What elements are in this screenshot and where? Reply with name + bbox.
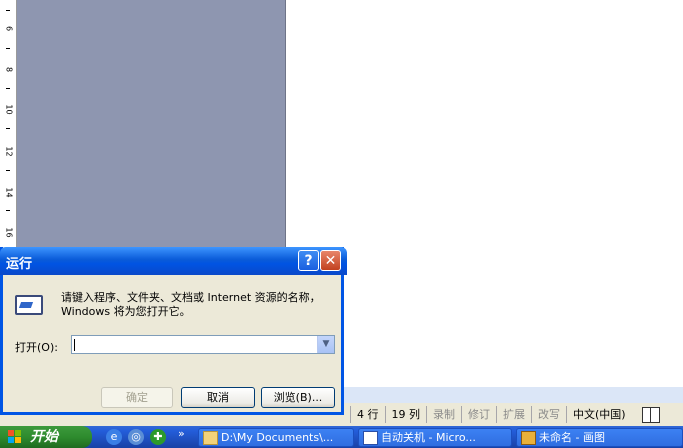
close-button[interactable]: ✕ xyxy=(320,250,341,271)
run-icon xyxy=(15,295,43,315)
paint-icon xyxy=(521,431,536,445)
document-page-area[interactable] xyxy=(286,0,683,387)
status-trk[interactable]: 修订 xyxy=(461,406,496,423)
ruler-number: 12 xyxy=(4,146,14,157)
taskbar: 开始 e ◎ ✚ » D:\My Documents\... 自动关机 - Mi… xyxy=(0,426,683,448)
ruler-number: 16 xyxy=(4,227,14,238)
ruler-tick xyxy=(6,10,10,11)
dialog-titlebar[interactable]: 运行 ? ✕ xyxy=(0,247,347,275)
ruler-number: 8 xyxy=(4,66,14,73)
word-icon xyxy=(363,431,378,445)
folder-icon xyxy=(203,431,218,445)
chevron-down-icon[interactable]: ▼ xyxy=(317,336,334,353)
text-caret xyxy=(74,339,75,351)
status-ext[interactable]: 扩展 xyxy=(496,406,531,423)
ie-icon[interactable]: e xyxy=(106,429,122,445)
ruler-tick xyxy=(6,48,10,49)
spelling-book-icon[interactable] xyxy=(641,406,660,423)
open-combobox[interactable]: ▼ xyxy=(71,335,335,354)
document-gray-area xyxy=(17,0,286,248)
ruler-tick xyxy=(6,210,10,211)
taskbar-item[interactable]: D:\My Documents\... xyxy=(198,428,354,447)
run-dialog: 运行 ? ✕ 请键入程序、文件夹、文档或 Internet 资源的名称，Wind… xyxy=(0,247,347,415)
ruler-number: 6 xyxy=(4,25,14,32)
ruler-tick xyxy=(6,128,10,129)
status-column: 19 列 xyxy=(384,406,427,423)
ruler-tick xyxy=(6,170,10,171)
taskbar-item-label: D:\My Documents\... xyxy=(221,431,334,444)
taskbar-item-label: 未命名 - 画图 xyxy=(539,431,605,444)
status-rec[interactable]: 录制 xyxy=(426,406,461,423)
browse-button[interactable]: 浏览(B)... xyxy=(261,387,335,408)
start-label: 开始 xyxy=(30,429,58,445)
dialog-description: 请键入程序、文件夹、文档或 Internet 资源的名称，Windows 将为您… xyxy=(61,291,321,318)
media-player-icon[interactable]: ◎ xyxy=(128,429,144,445)
start-button[interactable]: 开始 xyxy=(0,426,92,448)
help-button[interactable]: ? xyxy=(298,250,319,271)
status-ovr[interactable]: 改写 xyxy=(531,406,566,423)
ok-button[interactable]: 确定 xyxy=(101,387,173,408)
status-language: 中文(中国) xyxy=(566,406,632,423)
windows-logo-icon xyxy=(8,430,22,444)
quicklaunch-chevron[interactable]: » xyxy=(178,427,185,440)
ruler-number: 10 xyxy=(4,104,14,115)
taskbar-item[interactable]: 未命名 - 画图 xyxy=(516,428,683,447)
msn-icon[interactable]: ✚ xyxy=(150,429,166,445)
open-label: 打开(O): xyxy=(15,341,58,354)
vertical-ruler: 6 8 10 12 14 16 xyxy=(0,0,17,248)
taskbar-item-label: 自动关机 - Micro... xyxy=(381,431,476,444)
status-cells: 4 行 19 列 录制 修订 扩展 改写 中文(中国) xyxy=(350,403,660,426)
cancel-button[interactable]: 取消 xyxy=(181,387,255,408)
ruler-number: 14 xyxy=(4,187,14,198)
taskbar-item[interactable]: 自动关机 - Micro... xyxy=(358,428,512,447)
ruler-tick xyxy=(6,88,10,89)
status-line: 4 行 xyxy=(350,406,385,423)
dialog-title: 运行 xyxy=(6,257,33,272)
